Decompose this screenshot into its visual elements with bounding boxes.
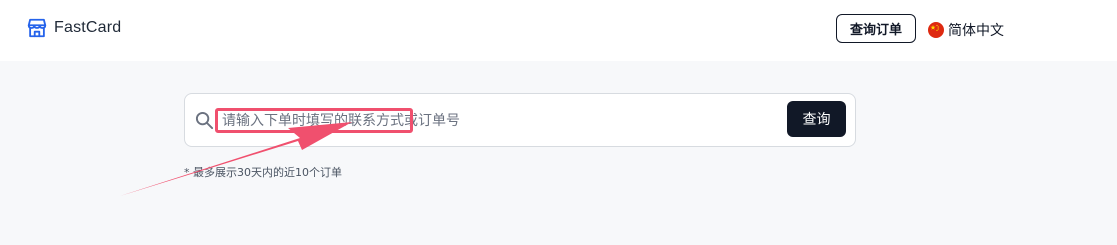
top-header: FastCard 查询订单 简体中文	[0, 0, 1117, 61]
search-note: * 最多展示30天内的近10个订单	[184, 166, 342, 179]
search-button[interactable]: 查询	[787, 101, 846, 137]
search-input[interactable]	[222, 108, 772, 134]
storefront-icon	[27, 18, 47, 38]
language-selector[interactable]: 简体中文	[928, 20, 1004, 40]
search-bar: 查询	[184, 93, 856, 147]
query-order-button[interactable]: 查询订单	[836, 14, 916, 43]
brand-logo[interactable]: FastCard	[26, 17, 121, 39]
language-label: 简体中文	[948, 23, 1004, 39]
brand-name: FastCard	[54, 19, 122, 36]
china-flag-icon	[928, 22, 944, 38]
search-icon	[195, 111, 214, 130]
